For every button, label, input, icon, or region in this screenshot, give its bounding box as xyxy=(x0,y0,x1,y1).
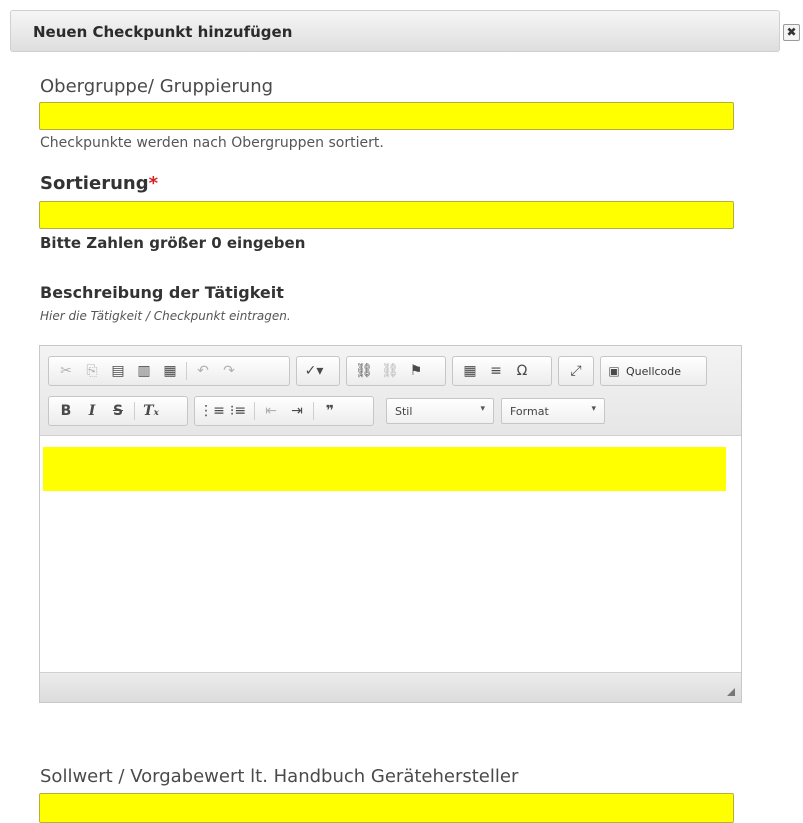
rich-text-editor: ✂ ⎘ ▤ ▥ ▦ ↶ ↷ ✓▾ ⛓ ⛓ ⚑ ▦ ≡ Ω ⤢ ▣ Quellco… xyxy=(39,345,742,703)
bulleted-list-icon[interactable]: ⁝≡ xyxy=(225,399,251,423)
format-combo-label: Format xyxy=(510,405,549,418)
indent-icon[interactable]: ⇥ xyxy=(284,399,310,423)
editor-toolbar: ✂ ⎘ ▤ ▥ ▦ ↶ ↷ ✓▾ ⛓ ⛓ ⚑ ▦ ≡ Ω ⤢ ▣ Quellco… xyxy=(40,346,741,436)
copy-icon[interactable]: ⎘ xyxy=(79,359,105,383)
sortierung-label-text: Sortierung xyxy=(40,173,149,194)
toolbar-separator xyxy=(186,362,187,380)
table-icon[interactable]: ▦ xyxy=(457,359,483,383)
editor-statusbar xyxy=(40,672,741,702)
toolbar-separator xyxy=(313,402,314,420)
toolbar-separator xyxy=(134,402,135,420)
source-button[interactable]: ▣ Quellcode xyxy=(600,356,707,386)
chevron-down-icon: ▾ xyxy=(480,404,485,414)
spellcheck-group: ✓▾ xyxy=(296,356,340,386)
beschreibung-hint: Hier die Tätigkeit / Checkpunkt eintrage… xyxy=(40,309,291,323)
obergruppe-label: Obergruppe/ Gruppierung xyxy=(40,76,274,97)
unlink-icon[interactable]: ⛓ xyxy=(377,359,403,383)
editor-highlighted-paragraph[interactable] xyxy=(43,447,726,491)
paste-text-icon[interactable]: ▥ xyxy=(131,359,157,383)
style-combo[interactable]: Stil ▾ xyxy=(386,398,494,424)
chevron-down-icon: ▾ xyxy=(591,404,596,414)
blockquote-icon[interactable]: ❞ xyxy=(317,399,343,423)
sollwert-input[interactable] xyxy=(39,793,734,823)
basic-styles-group: B I S Tₓ xyxy=(48,396,188,426)
bold-icon[interactable]: B xyxy=(53,399,79,423)
dialog-titlebar: Neuen Checkpunkt hinzufügen xyxy=(10,10,780,52)
source-label: Quellcode xyxy=(626,364,682,378)
obergruppe-input[interactable] xyxy=(39,102,734,130)
format-combo[interactable]: Format ▾ xyxy=(501,398,605,424)
link-group: ⛓ ⛓ ⚑ xyxy=(346,356,446,386)
italic-icon[interactable]: I xyxy=(79,399,105,423)
editor-content[interactable] xyxy=(40,437,741,671)
spellcheck-icon[interactable]: ✓▾ xyxy=(301,359,327,383)
sortierung-label: Sortierung* xyxy=(40,173,158,194)
resize-handle-icon[interactable] xyxy=(727,688,735,696)
clipboard-group: ✂ ⎘ ▤ ▥ ▦ ↶ ↷ xyxy=(48,356,290,386)
anchor-flag-icon[interactable]: ⚑ xyxy=(403,359,429,383)
outdent-icon[interactable]: ⇤ xyxy=(258,399,284,423)
maximize-group: ⤢ xyxy=(558,356,594,386)
maximize-icon[interactable]: ⤢ xyxy=(563,359,589,383)
sortierung-input[interactable] xyxy=(39,201,734,229)
paste-word-icon[interactable]: ▦ xyxy=(157,359,183,383)
close-button[interactable]: ✖ xyxy=(783,24,800,41)
list-group: ⋮≡ ⁝≡ ⇤ ⇥ ❞ xyxy=(194,396,374,426)
horizontal-line-icon[interactable]: ≡ xyxy=(483,359,509,383)
sollwert-label: Sollwert / Vorgabewert lt. Handbuch Gerä… xyxy=(40,766,519,787)
special-char-icon[interactable]: Ω xyxy=(509,359,535,383)
strikethrough-icon[interactable]: S xyxy=(105,399,131,423)
dialog-title: Neuen Checkpunkt hinzufügen xyxy=(33,23,293,41)
insert-group: ▦ ≡ Ω xyxy=(452,356,552,386)
link-icon[interactable]: ⛓ xyxy=(351,359,377,383)
required-marker: * xyxy=(148,173,159,194)
obergruppe-hint: Checkpunkte werden nach Obergruppen sort… xyxy=(40,135,384,151)
cut-icon[interactable]: ✂ xyxy=(53,359,79,383)
toolbar-separator xyxy=(254,402,255,420)
redo-icon[interactable]: ↷ xyxy=(216,359,242,383)
style-combo-label: Stil xyxy=(395,405,413,418)
sortierung-hint: Bitte Zahlen größer 0 eingeben xyxy=(40,234,306,252)
paste-icon[interactable]: ▤ xyxy=(105,359,131,383)
undo-icon[interactable]: ↶ xyxy=(190,359,216,383)
remove-format-icon[interactable]: Tₓ xyxy=(138,399,164,423)
source-icon: ▣ xyxy=(608,364,620,378)
numbered-list-icon[interactable]: ⋮≡ xyxy=(199,399,225,423)
beschreibung-label: Beschreibung der Tätigkeit xyxy=(40,283,284,302)
